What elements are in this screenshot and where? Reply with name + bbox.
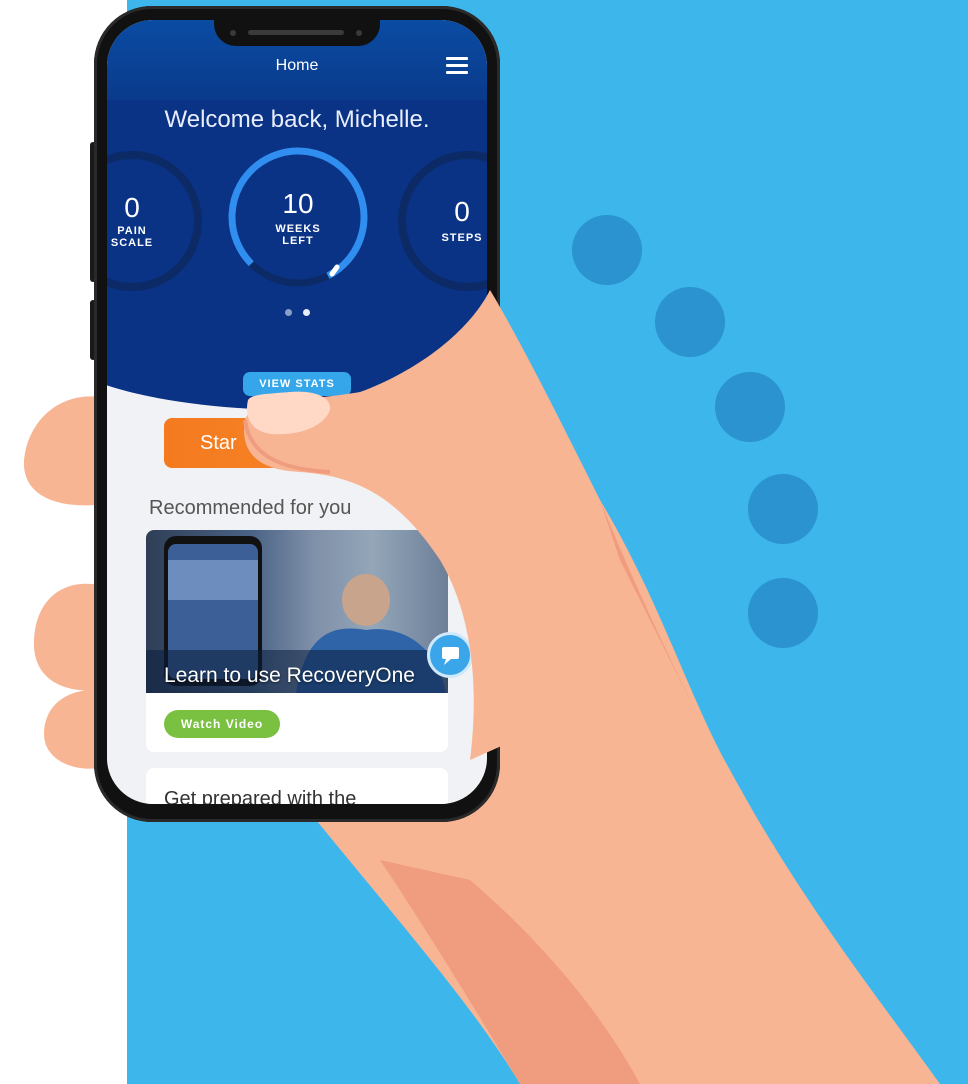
prepare-card-title: Get prepared with the [164,788,357,804]
welcome-message: Welcome back, Michelle. [164,106,430,133]
video-card-title: Learn to use RecoveryOne [164,664,415,687]
weeks-left-label: WEEKS LEFT [275,223,321,247]
header-title: Home [275,57,319,74]
pain-scale-value: 0 [124,192,140,223]
speaker-grille [248,30,344,35]
phone-notch [214,10,380,46]
start-button[interactable]: Star [164,418,434,468]
video-card[interactable]: Learn to use RecoveryOne Watch Video [146,530,448,752]
front-camera [230,30,236,36]
watch-video-button[interactable]: Watch Video [164,710,280,738]
pager-dot-active[interactable] [303,309,310,316]
pain-scale-label: PAIN SCALE [110,225,154,249]
recommended-heading: Recommended for you [149,497,352,519]
hamburger-menu-icon[interactable] [446,57,468,75]
view-stats-button[interactable]: VIEW STATS [243,372,351,396]
prepare-card[interactable]: Get prepared with the [146,768,448,804]
steps-label: STEPS [441,232,483,244]
front-camera [356,30,362,36]
phone-screen: Home Welcome back, Michelle. 0 PAIN SCALE… [107,20,487,804]
chat-bubble-icon[interactable] [427,632,473,678]
weeks-left-value: 10 [282,188,314,219]
video-thumbnail[interactable]: Learn to use RecoveryOne [146,530,448,693]
steps-value: 0 [454,196,470,227]
pager-dot[interactable] [285,309,292,316]
chat-icon [442,647,459,665]
